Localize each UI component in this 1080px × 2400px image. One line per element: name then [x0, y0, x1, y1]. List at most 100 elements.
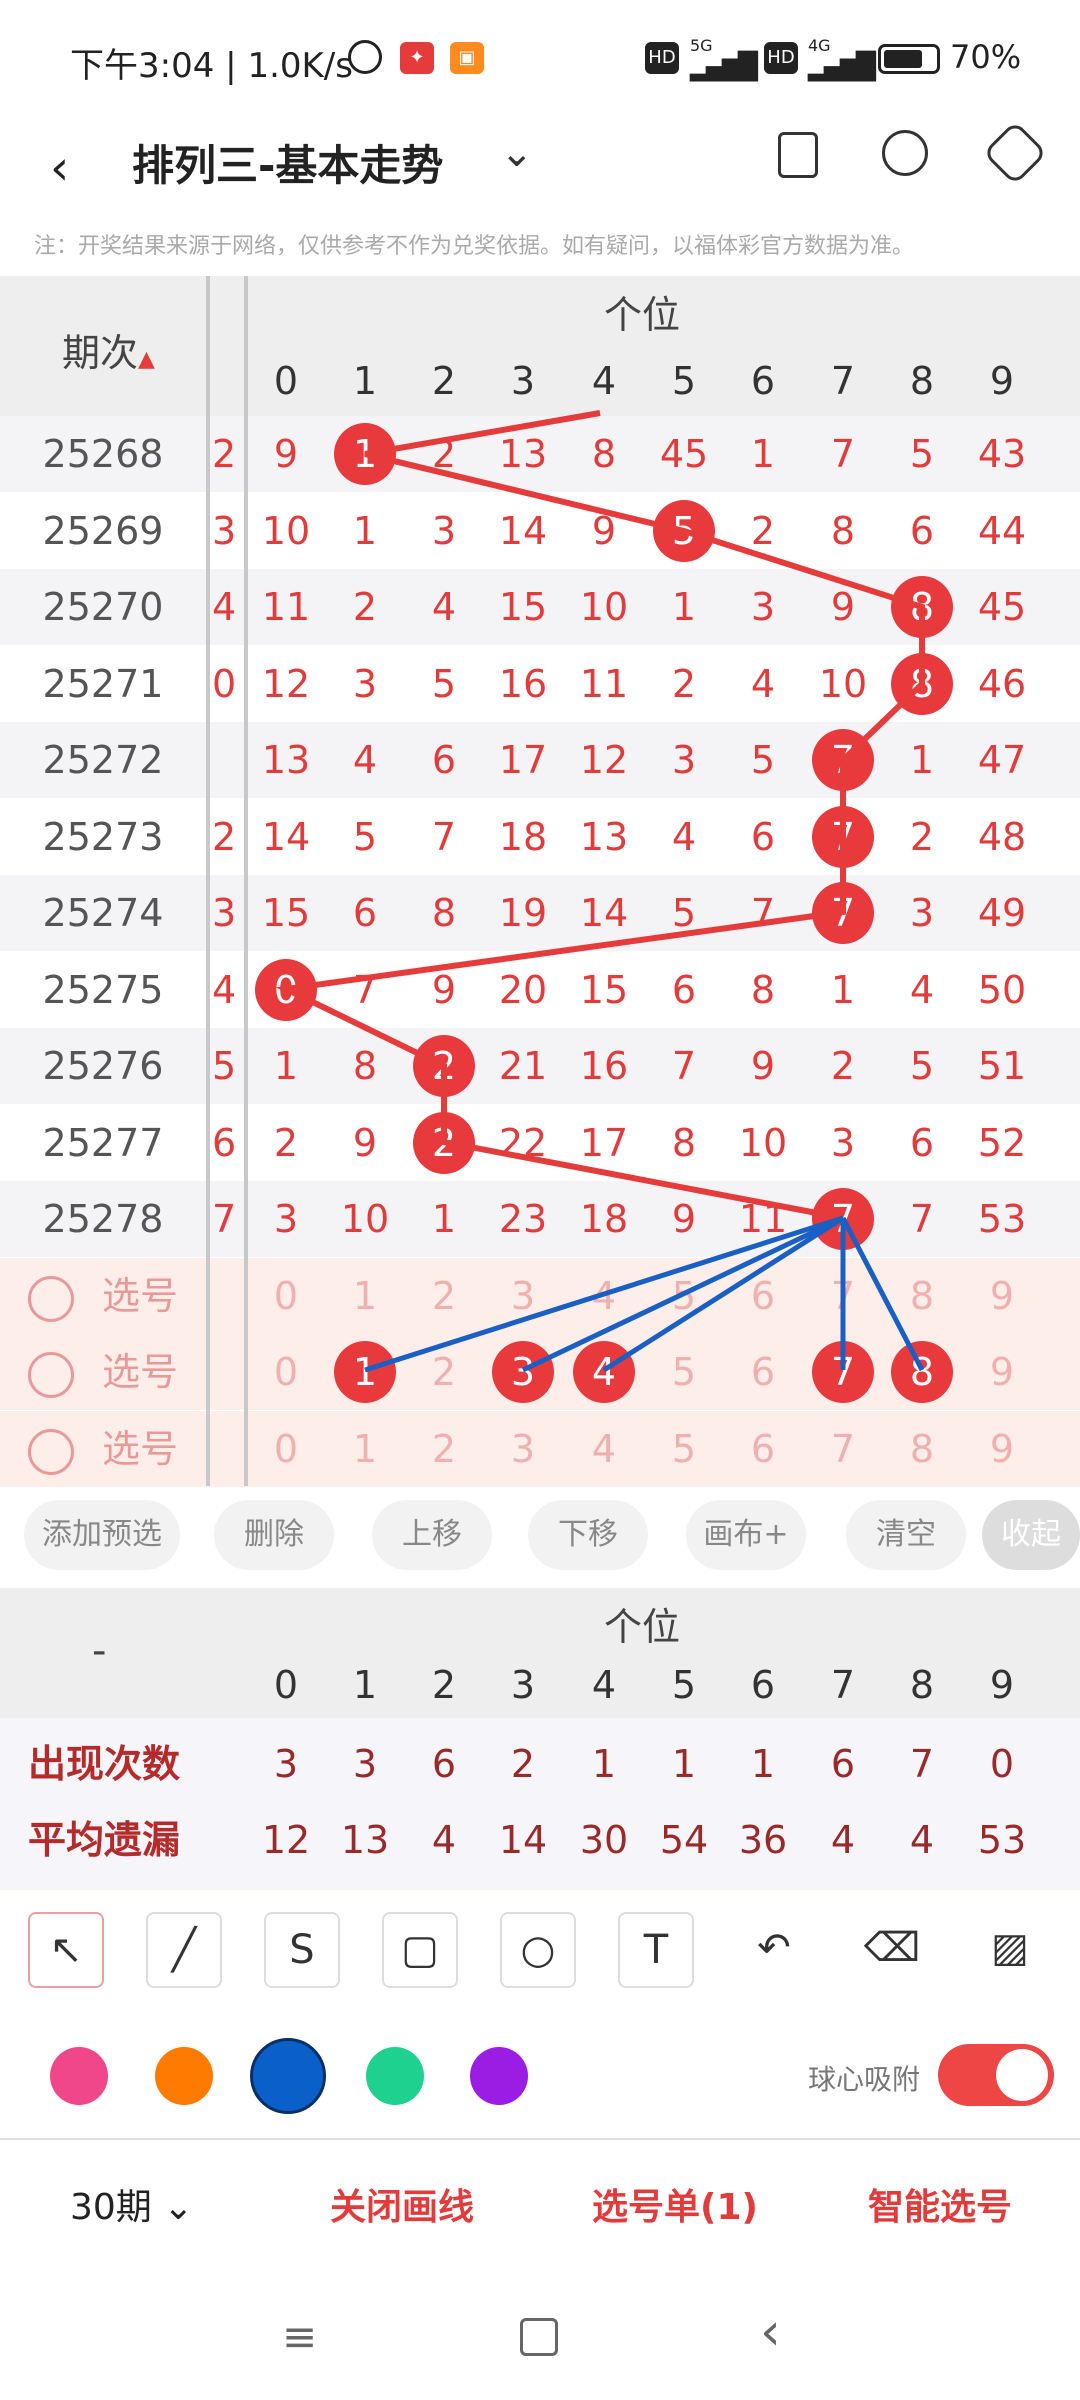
number-cell: 49 — [977, 891, 1027, 935]
pick-digit[interactable]: 8 — [883, 1411, 961, 1487]
bottom-divider — [0, 2138, 1080, 2140]
home-nav-icon[interactable] — [520, 2318, 558, 2356]
share-icon[interactable] — [882, 130, 928, 176]
pick-digit[interactable]: 6 — [724, 1334, 802, 1410]
number-cell: 2 — [352, 585, 378, 629]
pick-digit[interactable]: 8 — [883, 1258, 961, 1334]
color-swatch[interactable] — [155, 2047, 213, 2105]
pick-digit[interactable]: 9 — [963, 1258, 1041, 1334]
pick-digit[interactable]: 2 — [405, 1258, 483, 1334]
back-nav-icon[interactable]: ‹ — [760, 2302, 781, 2362]
number-cell: 15 — [261, 891, 311, 935]
drawn-ball[interactable]: 8 — [891, 652, 953, 715]
stats-value: 36 — [738, 1818, 788, 1862]
drawn-ball[interactable]: 7 — [812, 882, 874, 944]
close-lines-button[interactable]: 关闭画线 — [330, 2178, 474, 2230]
pick-digit[interactable]: 0 — [247, 1411, 325, 1487]
color-swatch[interactable] — [50, 2047, 108, 2105]
action-button[interactable]: 下移 — [528, 1500, 648, 1570]
number-cell: 9 — [591, 508, 617, 553]
stats-value: 12 — [261, 1818, 311, 1862]
color-swatch[interactable] — [366, 2047, 424, 2105]
settings-icon[interactable] — [982, 120, 1048, 186]
pointer-icon[interactable]: ↖ — [28, 1912, 104, 1988]
chevron-down-icon[interactable]: ⌄ — [500, 130, 534, 176]
action-button[interactable]: 上移 — [372, 1500, 492, 1570]
pick-digit[interactable]: 3 — [484, 1258, 562, 1334]
number-cell: 1 — [671, 585, 697, 629]
number-cell: 3 — [830, 1120, 856, 1165]
period-header[interactable]: 期次▲ — [62, 322, 155, 377]
drawn-ball[interactable]: 5 — [653, 499, 715, 562]
pick-radio[interactable] — [28, 1352, 74, 1398]
pick-digit[interactable]: 5 — [645, 1411, 723, 1487]
action-button[interactable]: 删除 — [214, 1500, 334, 1570]
smart-pick-button[interactable]: 智能选号 — [868, 2178, 1012, 2230]
number-cell: 11 — [579, 661, 629, 706]
menu-nav-icon[interactable]: ≡ — [282, 2312, 317, 2361]
page-title[interactable]: 排列三-基本走势 — [132, 132, 443, 193]
circle-icon[interactable]: ○ — [500, 1912, 576, 1988]
pick-digit[interactable]: 0 — [247, 1334, 325, 1410]
pick-radio[interactable] — [28, 1275, 74, 1322]
picked-ball[interactable]: 3 — [492, 1341, 554, 1403]
picked-ball[interactable]: 4 — [573, 1341, 635, 1403]
pick-digit[interactable]: 0 — [247, 1258, 325, 1334]
period-cell: 25278 — [42, 1197, 164, 1241]
column-divider — [206, 276, 210, 1486]
picked-ball[interactable]: 1 — [334, 1341, 396, 1403]
clear-brush-icon[interactable]: ▨ — [972, 1912, 1048, 1988]
eraser-icon[interactable]: ⌫ — [854, 1912, 930, 1988]
pick-digit[interactable]: 6 — [724, 1258, 802, 1334]
pick-digit[interactable]: 2 — [405, 1334, 483, 1410]
color-swatch[interactable] — [470, 2047, 528, 2105]
pick-radio[interactable] — [28, 1428, 74, 1475]
drawn-ball[interactable]: 7 — [812, 805, 874, 868]
pick-digit[interactable]: 2 — [405, 1411, 483, 1487]
pick-digit[interactable]: 4 — [565, 1258, 643, 1334]
rectangle-icon[interactable]: ▢ — [382, 1912, 458, 1988]
pick-digit[interactable]: 7 — [804, 1411, 882, 1487]
number-cell: 51 — [977, 1044, 1027, 1088]
action-button[interactable]: 添加预选 — [24, 1500, 180, 1570]
line-icon[interactable]: ╱ — [146, 1912, 222, 1988]
undo-icon[interactable]: ↶ — [736, 1912, 812, 1988]
device-icon[interactable] — [778, 132, 818, 178]
pick-digit[interactable]: 1 — [326, 1258, 404, 1334]
pick-digit[interactable]: 9 — [963, 1334, 1041, 1410]
drawn-ball[interactable]: 2 — [413, 1111, 475, 1174]
pick-digit[interactable]: 6 — [724, 1411, 802, 1487]
picked-ball[interactable]: 8 — [891, 1341, 953, 1403]
pick-digit[interactable]: 5 — [645, 1334, 723, 1410]
pick-digit[interactable]: 3 — [484, 1411, 562, 1487]
pick-digit[interactable]: 1 — [326, 1411, 404, 1487]
stats-value: 54 — [659, 1818, 709, 1862]
drawn-ball[interactable]: 7 — [812, 1188, 874, 1250]
action-button[interactable]: 收起 — [982, 1500, 1080, 1570]
curve-icon[interactable]: S — [264, 1912, 340, 1988]
period-select[interactable]: 30期 ⌄ — [70, 2178, 193, 2230]
back-icon[interactable]: ‹ — [50, 140, 69, 196]
pick-digit[interactable]: 9 — [963, 1411, 1041, 1487]
drawn-ball[interactable]: 8 — [891, 576, 953, 638]
action-button[interactable]: 清空 — [846, 1500, 966, 1570]
stats-digit: 9 — [989, 1663, 1015, 1707]
stats-digit: 0 — [273, 1663, 299, 1707]
snap-toggle[interactable] — [938, 2044, 1054, 2106]
pick-digit[interactable]: 7 — [804, 1258, 882, 1334]
pick-digit[interactable]: 4 — [565, 1411, 643, 1487]
action-button[interactable]: 画布+ — [686, 1500, 806, 1570]
drawn-ball[interactable]: 0 — [255, 958, 317, 1021]
pick-list-button[interactable]: 选号单(1) — [592, 2178, 758, 2230]
signal-icon: ▂▄▆█ — [690, 52, 758, 82]
pick-digit[interactable]: 5 — [645, 1258, 723, 1334]
drawn-ball[interactable]: 7 — [812, 729, 874, 791]
number-cell: 4 — [750, 661, 776, 706]
drawn-ball[interactable]: 2 — [413, 1035, 475, 1097]
color-swatch[interactable] — [250, 2038, 326, 2114]
text-icon[interactable]: T — [618, 1912, 694, 1988]
drawn-ball[interactable]: 1 — [334, 423, 396, 485]
stats-value: 6 — [431, 1742, 457, 1786]
picked-ball[interactable]: 7 — [812, 1341, 874, 1403]
table-body: 25268 2 9 1 2 13 8 45 1 7 5 43 25269 3 10 1 3 14 9 5 2 8 6 44 25… — [0, 416, 1080, 1487]
